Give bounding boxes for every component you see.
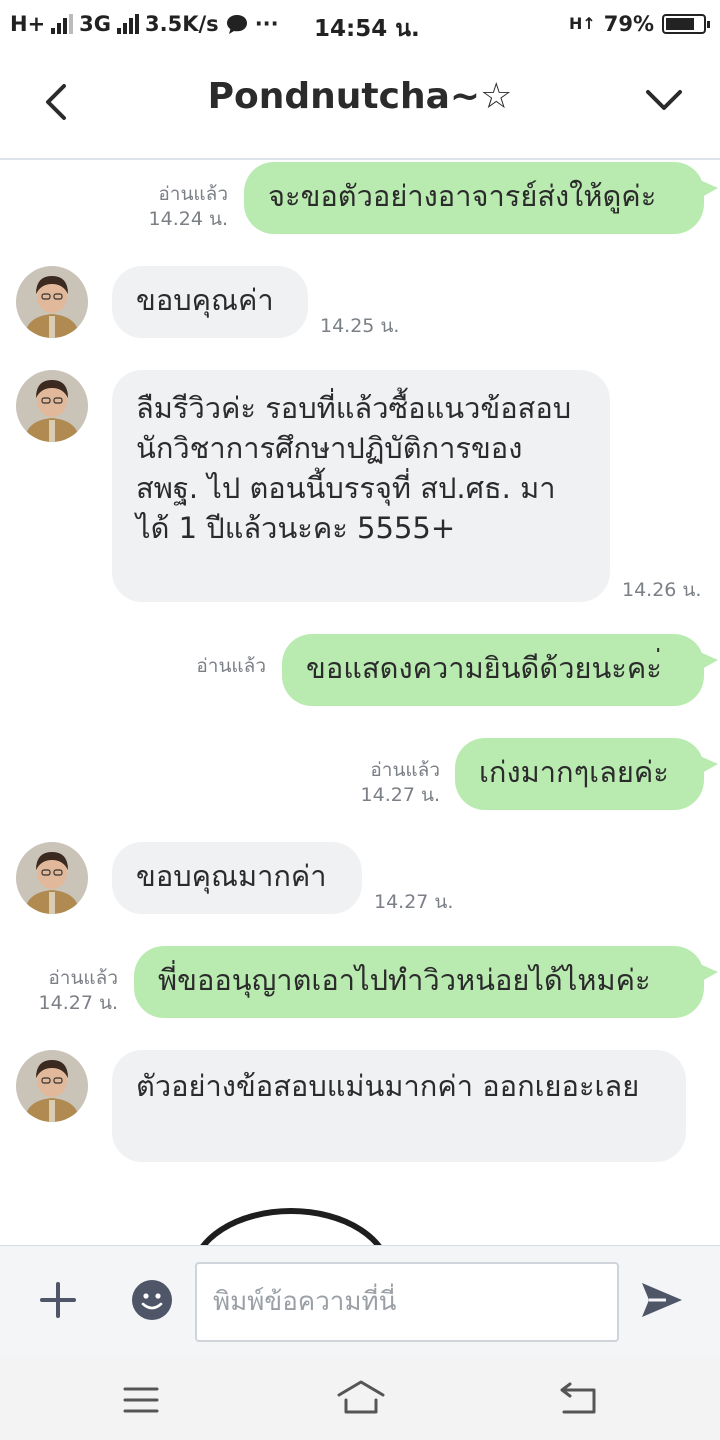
add-attachment-button[interactable] — [38, 1280, 78, 1320]
system-navigation-bar — [0, 1357, 720, 1440]
status-right: H↑ 79% — [568, 12, 710, 36]
message-time: 14.24 น. — [148, 208, 228, 230]
avatar-photo — [16, 842, 88, 914]
send-icon — [642, 1283, 682, 1317]
battery-level — [666, 18, 695, 30]
signal-icon-2 — [117, 14, 140, 34]
avatar[interactable] — [16, 370, 88, 442]
network-label: H+ — [10, 12, 46, 36]
chat-header: Pondnutcha~☆ — [0, 52, 720, 160]
avatar-photo — [16, 1050, 88, 1122]
message-meta: อ่านแล้ว 14.27 น. — [330, 758, 440, 808]
home-button[interactable] — [336, 1379, 386, 1415]
message-time: 14.26 น. — [622, 579, 702, 601]
status-time: 14:54 น. — [314, 16, 420, 42]
message-time: 14.27 น. — [38, 992, 118, 1014]
avatar[interactable] — [16, 1050, 88, 1122]
read-receipt: อ่านแล้ว — [370, 759, 440, 781]
message-list[interactable]: อ่านแล้ว 14.24 น. จะขอตัวอย่างอาจารย์ส่ง… — [0, 160, 720, 1245]
chat-title: Pondnutcha~☆ — [207, 76, 513, 117]
outgoing-message-bubble[interactable]: ขอแสดงความยินดีด้วยนะคะ่ — [282, 634, 718, 706]
message-time: 14.27 น. — [374, 891, 454, 913]
emoji-icon — [132, 1280, 172, 1320]
battery-percent: 79% — [603, 12, 654, 36]
home-icon — [337, 1380, 385, 1414]
read-receipt: อ่านแล้ว — [158, 183, 228, 205]
read-receipt: อ่านแล้ว — [48, 967, 118, 989]
signal-icon — [51, 14, 74, 34]
outgoing-message-bubble[interactable]: เก่งมากๆเลยค่ะ — [455, 738, 718, 810]
message-meta: อ่านแล้ว — [160, 654, 266, 679]
hspa-label: H↑ — [568, 14, 596, 33]
incoming-message-bubble[interactable]: ขอบคุณมากค่า — [112, 842, 362, 914]
plus-icon — [40, 1282, 76, 1318]
message-time: 14.25 น. — [320, 315, 400, 337]
emoji-button[interactable] — [131, 1279, 173, 1321]
avatar-photo — [16, 266, 88, 338]
more-notifications: ··· — [254, 12, 279, 36]
network-type-label: 3G — [79, 12, 112, 36]
chat-notification-icon — [226, 15, 247, 34]
status-bar: H+ 3G 3.5K/s ··· 14:54 น. H↑ 79% — [0, 0, 720, 52]
outgoing-message-bubble[interactable]: พี่ขออนุญาตเอาไปทำวิวหน่อยได้ไหมค่ะ — [134, 946, 718, 1018]
incoming-message-bubble[interactable]: ขอบคุณค่า — [112, 266, 308, 338]
incoming-message-bubble[interactable]: ตัวอย่างข้อสอบแม่นมากค่า ออกเยอะเลย — [112, 1050, 686, 1162]
menu-icon — [123, 1387, 159, 1413]
chat-menu-button[interactable] — [644, 82, 684, 118]
back-icon — [560, 1382, 596, 1414]
send-button[interactable] — [640, 1280, 684, 1320]
recent-apps-button[interactable] — [122, 1385, 160, 1415]
avatar[interactable] — [16, 842, 88, 914]
sticker-image[interactable] — [190, 1208, 392, 1245]
status-left: H+ 3G 3.5K/s ··· — [10, 12, 279, 36]
battery-icon — [662, 14, 710, 34]
message-input[interactable] — [195, 1262, 619, 1342]
message-time: 14.27 น. — [360, 784, 440, 806]
read-receipt: อ่านแล้ว — [196, 655, 266, 677]
avatar[interactable] — [16, 266, 88, 338]
message-meta: อ่านแล้ว 14.27 น. — [8, 966, 118, 1016]
data-speed: 3.5K/s — [145, 12, 219, 36]
incoming-message-bubble[interactable]: ลืมรีวิวค่ะ รอบที่แล้วซื้อแนวข้อสอบนักวิ… — [112, 370, 610, 602]
chevron-down-icon — [646, 90, 682, 110]
outgoing-message-bubble[interactable]: จะขอตัวอย่างอาจารย์ส่งให้ดูค่ะ — [244, 162, 718, 234]
message-meta: อ่านแล้ว 14.24 น. — [120, 182, 228, 232]
system-back-button[interactable] — [558, 1381, 600, 1415]
avatar-photo — [16, 370, 88, 442]
message-input-bar — [0, 1245, 720, 1358]
